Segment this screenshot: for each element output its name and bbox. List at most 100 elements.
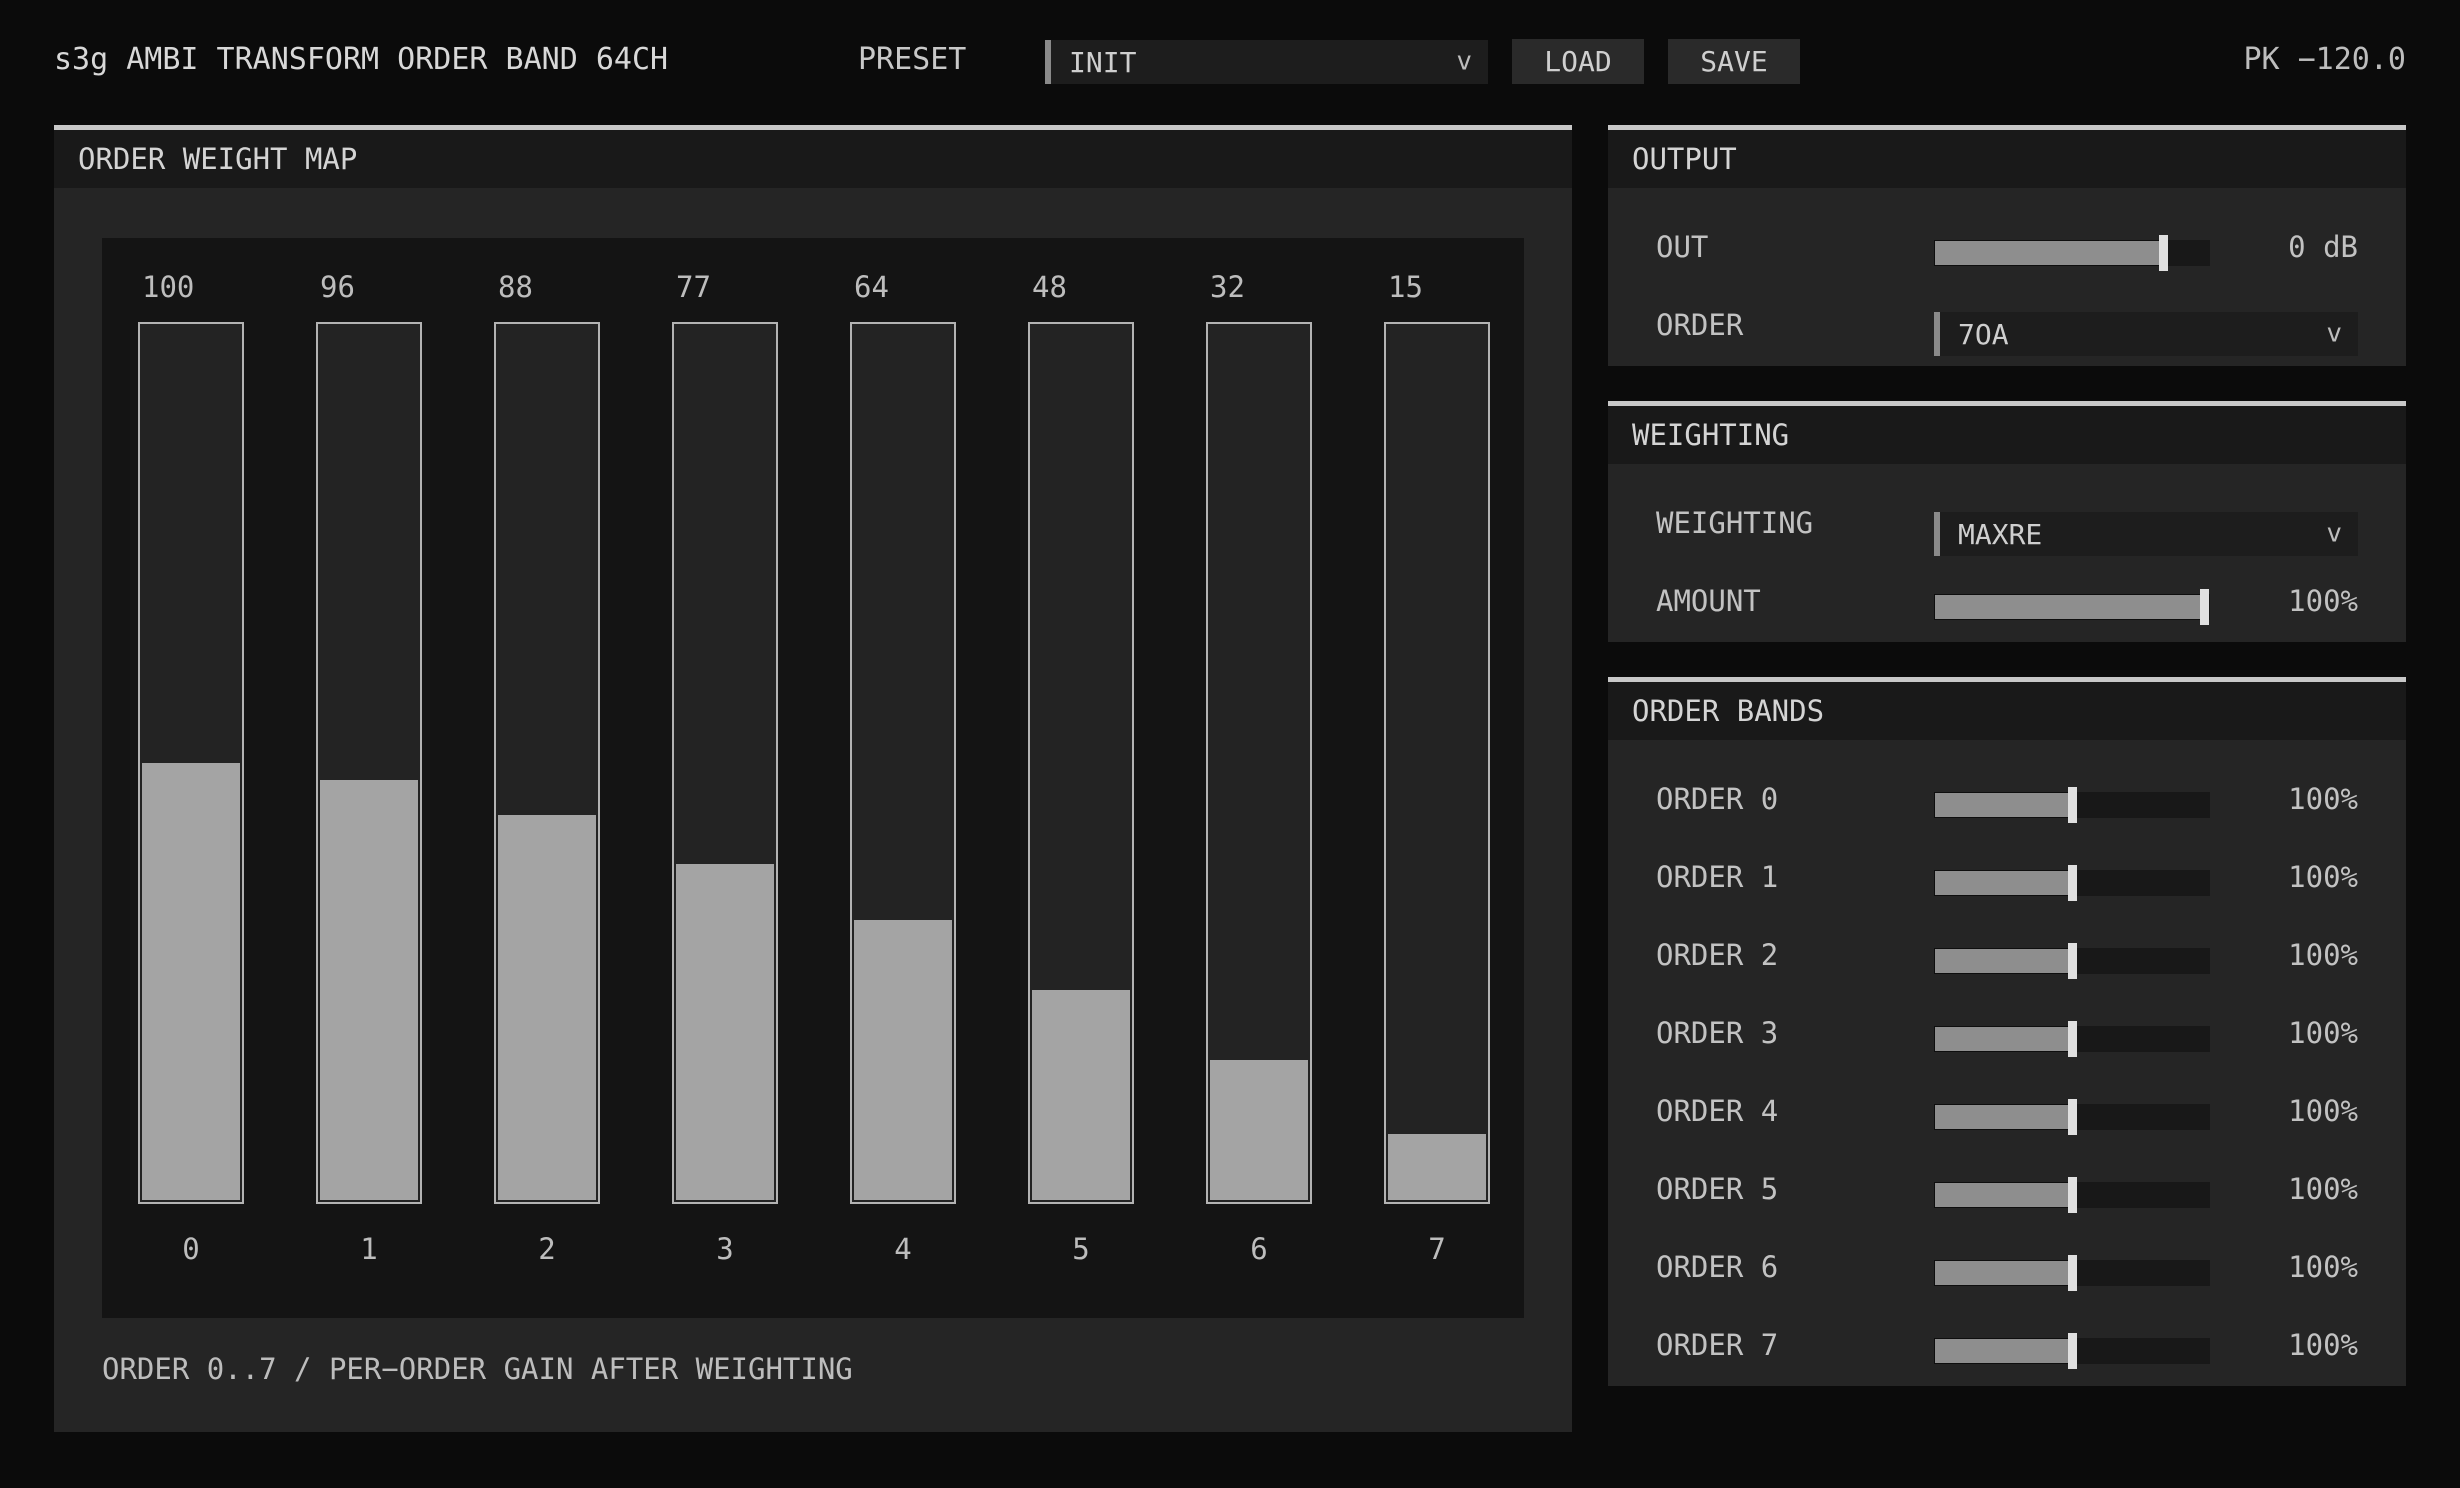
bar-value-label: 48 xyxy=(1032,270,1067,304)
weighting-select[interactable]: MAXRE v xyxy=(1934,512,2358,556)
order-band-slider-2[interactable] xyxy=(1934,943,2210,979)
slider-fill xyxy=(1934,240,2163,266)
bar xyxy=(142,763,240,1200)
panel-title: ORDER WEIGHT MAP xyxy=(54,130,1572,188)
bar-category-label: 5 xyxy=(1072,1232,1090,1266)
bar-value-label: 96 xyxy=(320,270,355,304)
amount-label: AMOUNT xyxy=(1656,584,1761,618)
panel-title: ORDER BANDS xyxy=(1608,682,2406,740)
slider-fill xyxy=(1934,594,2204,620)
order-band-value-1: 100% xyxy=(2288,860,2358,894)
slider-handle[interactable] xyxy=(2200,589,2209,625)
bar xyxy=(1210,1060,1308,1200)
amount-slider[interactable] xyxy=(1934,589,2210,625)
bar xyxy=(854,920,952,1200)
slider-fill xyxy=(1934,1338,2072,1364)
order-band-label-3: ORDER 3 xyxy=(1656,1016,1779,1050)
save-button[interactable]: SAVE xyxy=(1668,39,1800,84)
bar xyxy=(1388,1134,1486,1200)
panel-title: OUTPUT xyxy=(1608,130,2406,188)
order-band-value-7: 100% xyxy=(2288,1328,2358,1362)
slider-fill xyxy=(1934,792,2072,818)
order-band-label-2: ORDER 2 xyxy=(1656,938,1779,972)
chevron-down-icon: v xyxy=(2326,518,2342,549)
order-select[interactable]: 7OA v xyxy=(1934,312,2358,356)
chevron-down-icon: v xyxy=(2326,318,2342,349)
bar-value-label: 100 xyxy=(142,270,195,304)
slider-handle[interactable] xyxy=(2068,1255,2077,1291)
slider-handle[interactable] xyxy=(2068,787,2077,823)
order-bands-panel: ORDER BANDS ORDER 0 100% ORDER 1 100% ORDER … xyxy=(1608,677,2406,1386)
bar xyxy=(320,780,418,1200)
order-band-slider-5[interactable] xyxy=(1934,1177,2210,1213)
output-panel: OUTPUT OUT 0 dB ORDER 7OA v xyxy=(1608,125,2406,366)
slider-fill xyxy=(1934,870,2072,896)
bar-value-label: 77 xyxy=(676,270,711,304)
order-band-label-7: ORDER 7 xyxy=(1656,1328,1779,1362)
out-slider[interactable] xyxy=(1934,235,2210,271)
app-title: s3g AMBI TRANSFORM ORDER BAND 64CH xyxy=(54,42,669,77)
order-band-label-5: ORDER 5 xyxy=(1656,1172,1779,1206)
bar-category-label: 0 xyxy=(182,1232,200,1266)
order-band-label-4: ORDER 4 xyxy=(1656,1094,1779,1128)
slider-fill xyxy=(1934,1026,2072,1052)
order-band-value-2: 100% xyxy=(2288,938,2358,972)
slider-fill xyxy=(1934,948,2072,974)
order-band-value-5: 100% xyxy=(2288,1172,2358,1206)
order-band-value-6: 100% xyxy=(2288,1250,2358,1284)
out-value: 0 dB xyxy=(2288,230,2358,264)
amount-value: 100% xyxy=(2288,584,2358,618)
order-band-slider-4[interactable] xyxy=(1934,1099,2210,1135)
order-select-value: 7OA xyxy=(1958,317,2009,351)
bar xyxy=(1032,990,1130,1200)
bar-value-label: 64 xyxy=(854,270,889,304)
order-band-slider-6[interactable] xyxy=(1934,1255,2210,1291)
slider-handle[interactable] xyxy=(2068,865,2077,901)
order-band-value-3: 100% xyxy=(2288,1016,2358,1050)
order-band-value-0: 100% xyxy=(2288,782,2358,816)
preset-select-value: INIT xyxy=(1069,45,1137,79)
weighting-panel: WEIGHTING WEIGHTING MAXRE v AMOUNT 100% xyxy=(1608,401,2406,642)
chart-caption: ORDER 0..7 / PER−ORDER GAIN AFTER WEIGHT… xyxy=(102,1352,853,1386)
bar-track[interactable] xyxy=(1384,322,1490,1204)
slider-handle[interactable] xyxy=(2068,1021,2077,1057)
order-band-label-1: ORDER 1 xyxy=(1656,860,1779,894)
order-band-value-4: 100% xyxy=(2288,1094,2358,1128)
slider-handle[interactable] xyxy=(2068,1333,2077,1369)
slider-handle[interactable] xyxy=(2068,1099,2077,1135)
slider-fill xyxy=(1934,1182,2072,1208)
order-band-slider-3[interactable] xyxy=(1934,1021,2210,1057)
bar-category-label: 4 xyxy=(894,1232,912,1266)
order-band-slider-1[interactable] xyxy=(1934,865,2210,901)
bar-value-label: 32 xyxy=(1210,270,1245,304)
slider-fill xyxy=(1934,1260,2072,1286)
peak-meter-readout: PK −120.0 xyxy=(2243,42,2406,77)
weighting-label: WEIGHTING xyxy=(1656,506,1814,540)
order-label: ORDER xyxy=(1656,308,1744,342)
slider-fill xyxy=(1934,1104,2072,1130)
out-label: OUT xyxy=(1656,230,1709,264)
bar-category-label: 6 xyxy=(1250,1232,1268,1266)
bar-value-label: 15 xyxy=(1388,270,1423,304)
load-button[interactable]: LOAD xyxy=(1512,39,1644,84)
order-weight-chart: 100 0 96 1 88 2 77 3 64 4 48 5 32 6 15 7 xyxy=(102,238,1524,1318)
preset-label: PRESET xyxy=(858,42,967,77)
order-weight-map-panel: ORDER WEIGHT MAP 100 0 96 1 88 2 77 3 64 4 48 5 32 6 1… xyxy=(54,125,1572,1432)
order-band-slider-7[interactable] xyxy=(1934,1333,2210,1369)
order-band-label-0: ORDER 0 xyxy=(1656,782,1779,816)
bar-category-label: 2 xyxy=(538,1232,556,1266)
weighting-select-value: MAXRE xyxy=(1958,517,2043,551)
bar-category-label: 3 xyxy=(716,1232,734,1266)
preset-select[interactable]: INIT v xyxy=(1045,40,1488,84)
chevron-down-icon: v xyxy=(1456,46,1472,77)
slider-handle[interactable] xyxy=(2068,1177,2077,1213)
order-band-label-6: ORDER 6 xyxy=(1656,1250,1779,1284)
bar-category-label: 1 xyxy=(360,1232,378,1266)
slider-handle[interactable] xyxy=(2159,235,2168,271)
bar-category-label: 7 xyxy=(1428,1232,1446,1266)
slider-handle[interactable] xyxy=(2068,943,2077,979)
bar-value-label: 88 xyxy=(498,270,533,304)
order-band-slider-0[interactable] xyxy=(1934,787,2210,823)
bar xyxy=(498,815,596,1200)
panel-title: WEIGHTING xyxy=(1608,406,2406,464)
